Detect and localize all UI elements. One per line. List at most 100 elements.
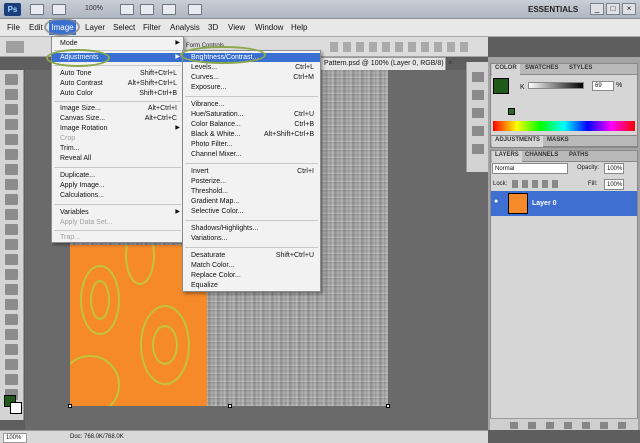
move-tool-preset-icon[interactable] bbox=[6, 41, 24, 53]
menu-item-apply-image[interactable]: Apply Image... bbox=[52, 181, 183, 190]
healing-brush-tool-icon[interactable] bbox=[5, 164, 18, 175]
menu-item-desaturate[interactable]: Desaturate Shift+Ctrl+U bbox=[183, 251, 320, 260]
path-selection-tool-icon[interactable] bbox=[5, 314, 18, 325]
k-slider[interactable] bbox=[528, 82, 584, 89]
color-spectrum-ramp[interactable] bbox=[493, 121, 635, 131]
bridge-icon[interactable] bbox=[30, 4, 44, 15]
menu-item-trim[interactable]: Trim... bbox=[52, 144, 183, 153]
arrange-documents-icon[interactable] bbox=[162, 4, 176, 15]
menu-item-variables[interactable]: Variables ▶ bbox=[52, 208, 183, 217]
menu-item-levels[interactable]: Levels... Ctrl+L bbox=[183, 63, 320, 72]
menu-item-hue-saturation[interactable]: Hue/Saturation... Ctrl+U bbox=[183, 110, 320, 119]
tab-styles[interactable]: STYLES bbox=[569, 65, 592, 71]
document-tab[interactable]: Pattern.psd @ 100% (Layer 0, RGB/8) * bbox=[320, 57, 446, 70]
menu-item-mode[interactable]: Mode ▶ bbox=[52, 39, 183, 48]
color-panel-small-swatch[interactable] bbox=[508, 108, 515, 115]
character-panel-icon[interactable] bbox=[472, 144, 484, 154]
minimize-button[interactable]: _ bbox=[590, 3, 604, 15]
menu-edit[interactable]: Edit bbox=[29, 23, 43, 32]
crop-tool-icon[interactable] bbox=[5, 134, 18, 145]
adjustment-layer-icon[interactable] bbox=[564, 422, 572, 429]
menu-item-auto-tone[interactable]: Auto Tone Shift+Ctrl+L bbox=[52, 69, 183, 78]
blend-mode-select[interactable]: Normal bbox=[492, 163, 568, 174]
marquee-tool-icon[interactable] bbox=[5, 89, 18, 100]
zoom-tool-icon[interactable] bbox=[140, 4, 154, 15]
background-color-swatch[interactable] bbox=[10, 402, 22, 414]
menu-3d[interactable]: 3D bbox=[208, 23, 218, 32]
menu-item-selective-color[interactable]: Selective Color... bbox=[183, 207, 320, 216]
menu-item-auto-color[interactable]: Auto Color Shift+Ctrl+B bbox=[52, 89, 183, 98]
menu-item-replace-color[interactable]: Replace Color... bbox=[183, 271, 320, 280]
add-mask-icon[interactable] bbox=[546, 422, 554, 429]
eraser-tool-icon[interactable] bbox=[5, 224, 18, 235]
brushes-panel-icon[interactable] bbox=[472, 108, 484, 118]
align-distribute-icons[interactable] bbox=[330, 42, 470, 52]
close-button[interactable]: × bbox=[622, 3, 636, 15]
menu-item-curves[interactable]: Curves... Ctrl+M bbox=[183, 73, 320, 82]
menu-help[interactable]: Help bbox=[291, 23, 307, 32]
new-group-icon[interactable] bbox=[582, 422, 590, 429]
brush-tool-icon[interactable] bbox=[5, 179, 18, 190]
hand-tool-icon[interactable] bbox=[5, 374, 18, 385]
menu-item-exposure[interactable]: Exposure... bbox=[183, 83, 320, 92]
transform-handle[interactable] bbox=[386, 404, 390, 408]
tab-swatches[interactable]: SWATCHES bbox=[525, 65, 559, 71]
menu-window[interactable]: Window bbox=[255, 23, 283, 32]
lock-icons[interactable] bbox=[512, 180, 558, 188]
menu-item-shadows-highlights[interactable]: Shadows/Highlights... bbox=[183, 224, 320, 233]
view-extras-icon[interactable] bbox=[52, 4, 66, 15]
hand-tool-icon[interactable] bbox=[120, 4, 134, 15]
menu-item-color-balance[interactable]: Color Balance... Ctrl+B bbox=[183, 120, 320, 129]
document-size-info[interactable]: Doc: 768.0K/768.0K bbox=[70, 434, 124, 440]
menu-item-calculations[interactable]: Calculations... bbox=[52, 191, 183, 200]
history-brush-tool-icon[interactable] bbox=[5, 209, 18, 220]
status-zoom-field[interactable]: 100% bbox=[3, 433, 27, 443]
menu-view[interactable]: View bbox=[228, 23, 245, 32]
menu-file[interactable]: File bbox=[7, 23, 20, 32]
new-layer-icon[interactable] bbox=[600, 422, 608, 429]
menu-item-gradient-map[interactable]: Gradient Map... bbox=[183, 197, 320, 206]
document-close-icon[interactable]: × bbox=[448, 58, 453, 67]
menu-item-photo-filter[interactable]: Photo Filter... bbox=[183, 140, 320, 149]
menu-layer[interactable]: Layer bbox=[85, 23, 105, 32]
menu-item-channel-mixer[interactable]: Channel Mixer... bbox=[183, 150, 320, 159]
delete-layer-icon[interactable] bbox=[618, 422, 626, 429]
eyedropper-tool-icon[interactable] bbox=[5, 149, 18, 160]
gradient-tool-icon[interactable] bbox=[5, 239, 18, 250]
menu-item-invert[interactable]: Invert Ctrl+I bbox=[183, 167, 320, 176]
menu-item-vibrance[interactable]: Vibrance... bbox=[183, 100, 320, 109]
menu-item-posterize[interactable]: Posterize... bbox=[183, 177, 320, 186]
maximize-button[interactable]: □ bbox=[606, 3, 620, 15]
menu-item-image-rotation[interactable]: Image Rotation ▶ bbox=[52, 124, 183, 133]
fill-input[interactable]: 100% bbox=[604, 179, 624, 190]
menu-item-duplicate[interactable]: Duplicate... bbox=[52, 171, 183, 180]
3d-rotate-tool-icon[interactable] bbox=[5, 344, 18, 355]
move-tool-icon[interactable] bbox=[5, 74, 18, 85]
shape-tool-icon[interactable] bbox=[5, 329, 18, 340]
type-tool-icon[interactable] bbox=[5, 299, 18, 310]
menu-item-reveal-all[interactable]: Reveal All bbox=[52, 154, 183, 163]
menu-item-canvas-size[interactable]: Canvas Size... Alt+Ctrl+C bbox=[52, 114, 183, 123]
menu-item-match-color[interactable]: Match Color... bbox=[183, 261, 320, 270]
tab-channels[interactable]: CHANNELS bbox=[525, 152, 558, 158]
actions-panel-icon[interactable] bbox=[472, 90, 484, 100]
zoom-level[interactable]: 100% bbox=[85, 5, 103, 12]
transform-handle[interactable] bbox=[228, 404, 232, 408]
menu-item-image-size[interactable]: Image Size... Alt+Ctrl+I bbox=[52, 104, 183, 113]
menu-item-variations[interactable]: Variations... bbox=[183, 234, 320, 243]
blur-tool-icon[interactable] bbox=[5, 254, 18, 265]
clone-source-panel-icon[interactable] bbox=[472, 126, 484, 136]
quick-selection-tool-icon[interactable] bbox=[5, 119, 18, 130]
tab-layers[interactable]: LAYERS bbox=[492, 151, 522, 162]
link-layers-icon[interactable] bbox=[510, 422, 518, 429]
tab-masks[interactable]: MASKS bbox=[547, 137, 569, 143]
dodge-tool-icon[interactable] bbox=[5, 269, 18, 280]
menu-item-black-white[interactable]: Black & White... Alt+Shift+Ctrl+B bbox=[183, 130, 320, 139]
menu-item-equalize[interactable]: Equalize bbox=[183, 281, 320, 290]
lasso-tool-icon[interactable] bbox=[5, 104, 18, 115]
layer-style-icon[interactable] bbox=[528, 422, 536, 429]
layer-name[interactable]: Layer 0 bbox=[532, 200, 557, 207]
k-value-input[interactable]: 69 bbox=[592, 81, 614, 91]
menu-item-threshold[interactable]: Threshold... bbox=[183, 187, 320, 196]
menu-item-auto-contrast[interactable]: Auto Contrast Alt+Shift+Ctrl+L bbox=[52, 79, 183, 88]
